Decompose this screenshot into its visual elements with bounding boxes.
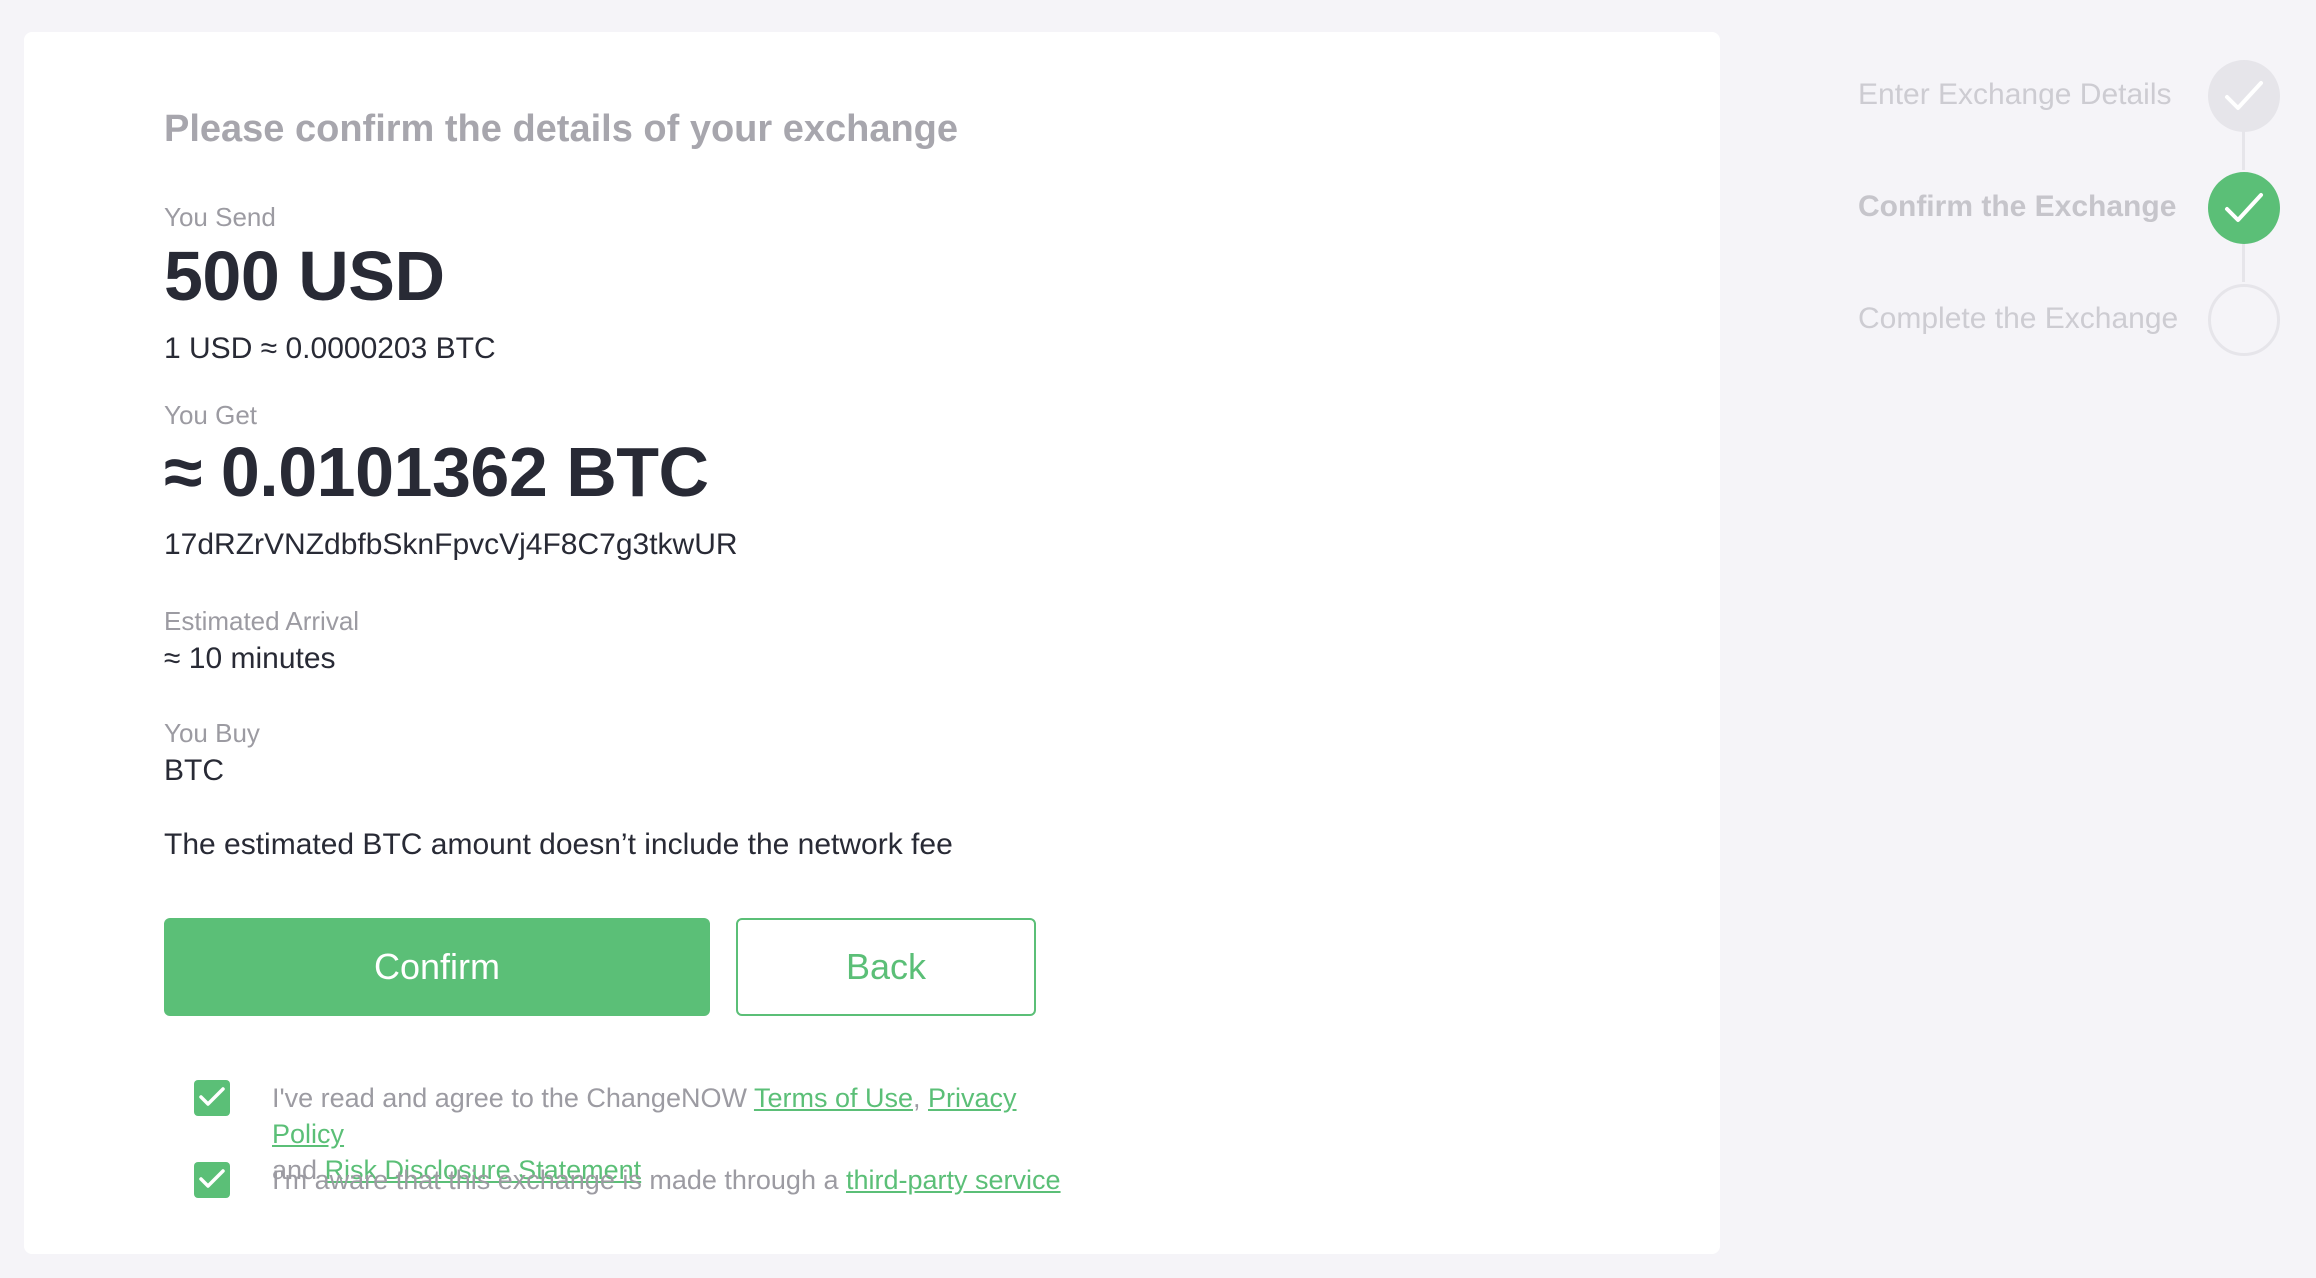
check-icon [2225,81,2263,110]
back-button[interactable]: Back [736,918,1036,1016]
get-amount: ≈ 0.0101362 BTC [164,433,709,511]
you-buy-label: You Buy [164,718,260,748]
stepper-connector [2242,242,2245,282]
step-done-indicator [2208,60,2280,132]
you-send-label: You Send [164,202,276,232]
third-party-checkbox[interactable] [194,1162,230,1198]
terms-prefix-text: I've read and agree to the ChangeNOW [272,1083,754,1113]
step-pending-indicator [2208,284,2280,356]
third-party-service-link[interactable]: third-party service [846,1165,1061,1195]
send-amount: 500 USD [164,237,445,315]
check-icon [2225,193,2263,222]
you-buy-value: BTC [164,754,224,787]
estimated-arrival-label: Estimated Arrival [164,606,360,636]
exchange-rate: 1 USD ≈ 0.0000203 BTC [164,332,496,365]
network-fee-note: The estimated BTC amount doesn’t include… [164,828,953,861]
recipient-address: 17dRZrVNZdbfbSknFpvcVj4F8C7g3tkwUR [164,528,738,561]
third-party-prefix-text: I'm aware that this exchange is made thr… [272,1165,846,1195]
estimated-arrival-value: ≈ 10 minutes [164,642,336,675]
step-enter-exchange-details: Enter Exchange Details [1858,78,2172,111]
step-active-indicator [2208,172,2280,244]
terms-comma-text: , [913,1083,929,1113]
exchange-confirm-card: Please confirm the details of your excha… [24,32,1720,1254]
checkmark-icon [199,1169,225,1188]
step-confirm-the-exchange: Confirm the Exchange [1858,190,2177,223]
step-complete-the-exchange: Complete the Exchange [1858,302,2179,335]
page-title: Please confirm the details of your excha… [164,108,959,150]
stepper-connector [2242,130,2245,170]
terms-checkbox[interactable] [194,1080,230,1116]
you-get-label: You Get [164,400,258,430]
third-party-agreement-row: I'm aware that this exchange is made thr… [164,1162,1092,1198]
terms-of-use-link[interactable]: Terms of Use [754,1083,913,1113]
checkmark-icon [199,1087,225,1106]
confirm-button[interactable]: Confirm [164,918,710,1016]
third-party-agreement-text: I'm aware that this exchange is made thr… [272,1162,1092,1198]
